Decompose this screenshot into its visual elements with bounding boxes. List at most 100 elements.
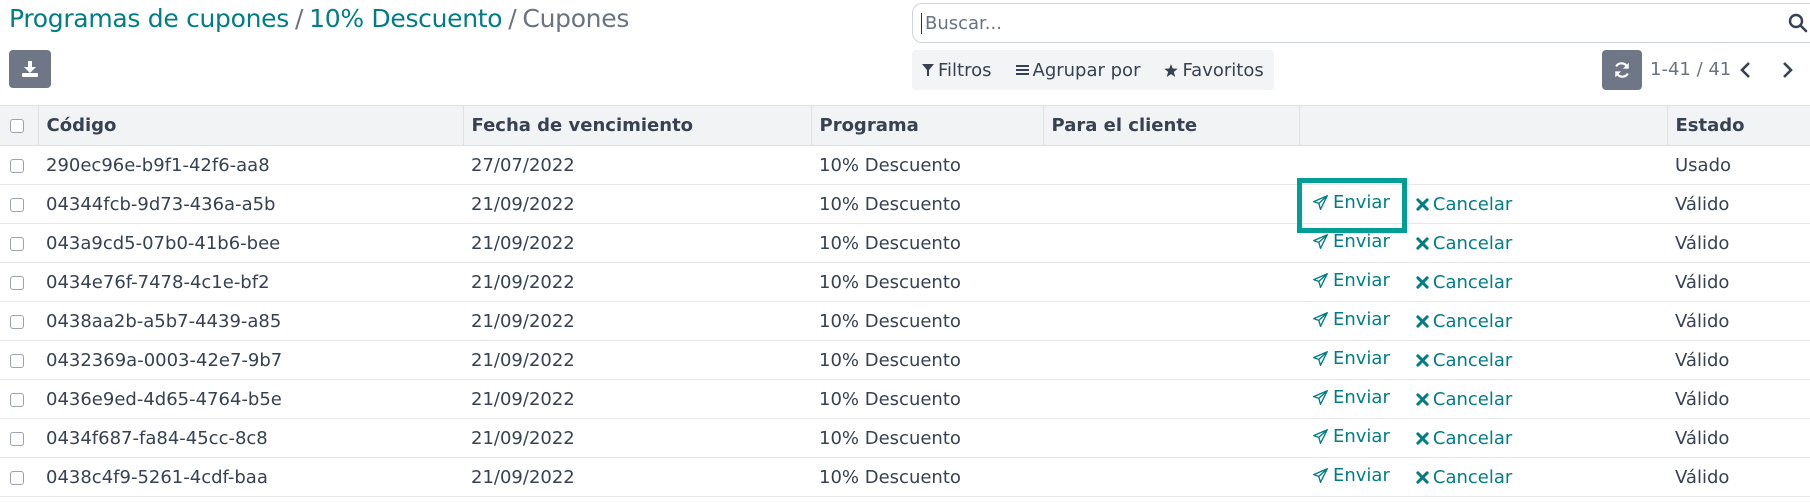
state-cell: Usado <box>1667 145 1810 185</box>
table-row[interactable]: 0434f687-fa84-45cc-8c8 21/09/2022 10% De… <box>0 418 1810 458</box>
download-button[interactable] <box>9 50 51 88</box>
table-row[interactable]: 0438aa2b-a5b7-4439-a85 21/09/2022 10% De… <box>0 301 1810 341</box>
expiry-cell: 21/09/2022 <box>463 418 811 458</box>
cancel-button[interactable]: Cancelar <box>1416 272 1512 293</box>
cancel-label: Cancelar <box>1432 389 1513 410</box>
cancel-button[interactable]: Cancelar <box>1416 311 1512 332</box>
favorites-button[interactable]: Favoritos <box>1164 60 1264 81</box>
filters-button[interactable]: Filtros <box>922 60 992 81</box>
code-cell: 0438aa2b-a5b7-4439-a85 <box>38 301 463 341</box>
row-checkbox[interactable] <box>10 353 24 368</box>
table-row[interactable]: 043a9cd5-07b0-41b6-bee 21/09/2022 10% De… <box>0 223 1810 263</box>
send-button[interactable]: Enviar <box>1312 465 1390 486</box>
row-checkbox[interactable] <box>10 431 24 446</box>
customer-cell <box>1043 301 1299 341</box>
group-by-button[interactable]: Agrupar por <box>1015 59 1141 81</box>
row-select-cell <box>0 301 38 341</box>
refresh-icon <box>1615 62 1629 78</box>
filter-icon <box>922 63 934 76</box>
paper-plane-icon <box>1313 351 1328 366</box>
search-input[interactable] <box>921 12 1810 34</box>
cancel-button[interactable]: Cancelar <box>1416 389 1512 410</box>
row-checkbox[interactable] <box>10 392 24 407</box>
state-cell: Válido <box>1667 340 1810 380</box>
cancel-button[interactable]: Cancelar <box>1416 428 1512 449</box>
table-row[interactable]: 0432369a-0003-42e7-9b7 21/09/2022 10% De… <box>0 340 1810 380</box>
search-icon[interactable] <box>1788 13 1808 33</box>
row-checkbox[interactable] <box>10 158 24 173</box>
send-button[interactable]: Enviar <box>1312 192 1390 213</box>
column-header-state[interactable]: Estado <box>1666 105 1810 146</box>
customer-cell <box>1043 418 1299 458</box>
program-cell: 10% Descuento <box>811 340 1043 380</box>
send-label: Enviar <box>1333 309 1390 330</box>
state-cell: Válido <box>1667 379 1810 419</box>
actions-cell: Enviar Cancelar <box>1299 379 1667 419</box>
send-button[interactable]: Enviar <box>1312 426 1390 447</box>
expiry-cell: 21/09/2022 <box>463 262 811 302</box>
pager-value[interactable]: 1-41 / 41 <box>1650 59 1731 80</box>
table-row[interactable]: 04344fcb-9d73-436a-a5b 21/09/2022 10% De… <box>0 184 1810 224</box>
column-header-expiry[interactable]: Fecha de vencimiento <box>462 105 811 146</box>
times-icon <box>1416 354 1429 367</box>
search-box <box>912 3 1810 43</box>
send-button[interactable]: Enviar <box>1312 270 1390 291</box>
coupons-table-wrapper: Código Fecha de vencimiento Programa Par… <box>0 105 1810 497</box>
cancel-label: Cancelar <box>1432 233 1513 254</box>
table-row[interactable]: 0434e76f-7478-4c1e-bf2 21/09/2022 10% De… <box>0 262 1810 302</box>
paper-plane-icon <box>1313 234 1328 249</box>
send-label: Enviar <box>1333 231 1390 252</box>
send-button[interactable]: Enviar <box>1312 309 1390 330</box>
breadcrumb: Programas de cupones/10% Descuento / Cupon… <box>9 4 629 33</box>
customer-cell <box>1043 223 1299 263</box>
row-checkbox[interactable] <box>10 197 24 212</box>
actions-cell <box>1299 145 1667 185</box>
actions-cell: Enviar Cancelar <box>1299 184 1667 224</box>
table-row[interactable]: 290ec96e-b9f1-42f6-aa8 27/07/2022 10% De… <box>0 145 1810 185</box>
send-button[interactable]: Enviar <box>1312 348 1390 369</box>
cancel-label: Cancelar <box>1432 467 1513 488</box>
send-label: Enviar <box>1333 426 1390 447</box>
expiry-cell: 21/09/2022 <box>463 457 811 497</box>
send-label: Enviar <box>1333 387 1390 408</box>
actions-cell: Enviar Cancelar <box>1299 457 1667 497</box>
select-all-cell <box>0 105 38 146</box>
row-select-cell <box>0 340 38 380</box>
row-checkbox[interactable] <box>10 275 24 290</box>
expiry-cell: 27/07/2022 <box>463 145 811 185</box>
send-button[interactable]: Enviar <box>1312 231 1390 252</box>
chevron-left-icon[interactable] <box>1735 59 1757 81</box>
cancel-button[interactable]: Cancelar <box>1416 467 1512 488</box>
breadcrumb-coupon-programs[interactable]: Programas de cupones <box>9 4 289 33</box>
row-checkbox[interactable] <box>10 470 24 485</box>
column-header-code[interactable]: Código <box>37 105 463 146</box>
refresh-button[interactable] <box>1602 50 1642 90</box>
send-button[interactable]: Enviar <box>1312 387 1390 408</box>
table-body: 290ec96e-b9f1-42f6-aa8 27/07/2022 10% De… <box>0 145 1810 497</box>
cancel-label: Cancelar <box>1432 311 1513 332</box>
breadcrumb-program[interactable]: 10% Descuento <box>309 4 502 33</box>
column-header-customer[interactable]: Para el cliente <box>1042 105 1299 146</box>
send-label: Enviar <box>1333 270 1390 291</box>
cancel-button[interactable]: Cancelar <box>1416 233 1512 254</box>
times-icon <box>1416 276 1429 289</box>
row-select-cell <box>0 223 38 263</box>
code-cell: 0432369a-0003-42e7-9b7 <box>38 340 463 380</box>
cancel-button[interactable]: Cancelar <box>1416 350 1512 371</box>
actions-cell: Enviar Cancelar <box>1299 262 1667 302</box>
chevron-right-icon[interactable] <box>1776 59 1798 81</box>
code-cell: 0434e76f-7478-4c1e-bf2 <box>38 262 463 302</box>
group-by-label: Agrupar por <box>1032 59 1141 81</box>
select-all-checkbox[interactable] <box>10 119 24 133</box>
table-row[interactable]: 0438c4f9-5261-4cdf-baa 21/09/2022 10% De… <box>0 457 1810 497</box>
cancel-label: Cancelar <box>1432 272 1513 293</box>
cancel-button[interactable]: Cancelar <box>1416 194 1512 215</box>
row-checkbox[interactable] <box>10 236 24 251</box>
column-header-program[interactable]: Programa <box>810 105 1043 146</box>
times-icon <box>1416 471 1429 484</box>
row-checkbox[interactable] <box>10 314 24 329</box>
code-cell: 0434f687-fa84-45cc-8c8 <box>38 418 463 458</box>
breadcrumb-separator: / <box>508 4 517 33</box>
state-cell: Válido <box>1667 223 1810 263</box>
table-row[interactable]: 0436e9ed-4d65-4764-b5e 21/09/2022 10% De… <box>0 379 1810 419</box>
